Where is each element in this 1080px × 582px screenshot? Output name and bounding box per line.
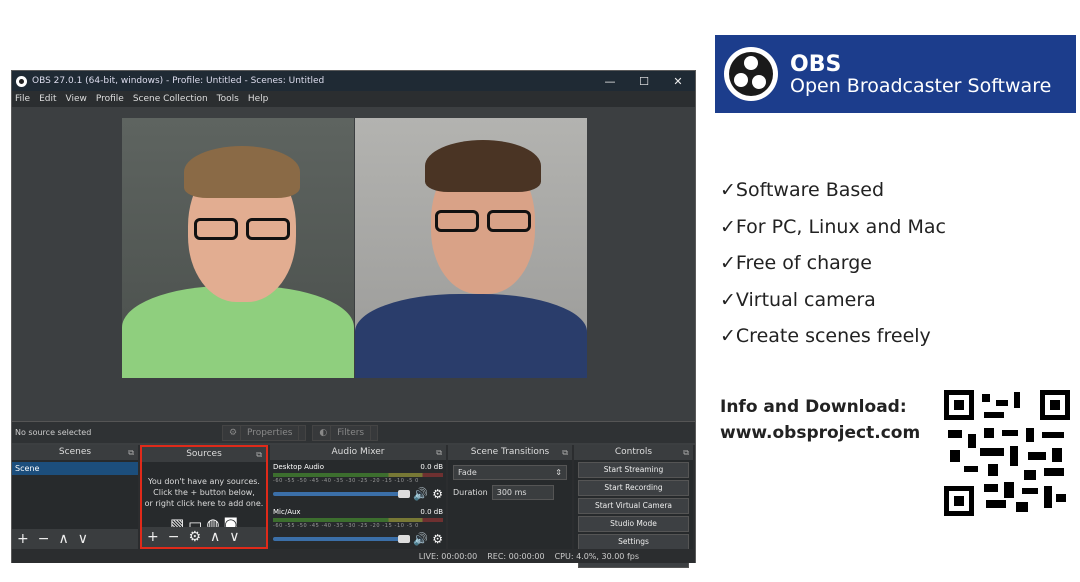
track-db: 0.0 dB bbox=[420, 508, 443, 516]
menu-file[interactable]: File bbox=[15, 94, 30, 104]
mixer-header: Audio Mixer bbox=[270, 445, 446, 460]
add-source-icon[interactable]: + bbox=[147, 529, 159, 545]
move-up-icon[interactable]: ∧ bbox=[58, 531, 68, 547]
feature-item: ✓Software Based bbox=[720, 179, 885, 201]
minimize-button[interactable]: — bbox=[593, 75, 627, 88]
obs-brand-banner: OBS Open Broadcaster Software bbox=[715, 35, 1076, 113]
feature-item: ✓For PC, Linux and Mac bbox=[720, 215, 946, 238]
download-info: Info and Download: www.obsproject.com bbox=[720, 394, 920, 446]
transition-select[interactable]: Fade ⇕ bbox=[453, 465, 567, 480]
menu-edit[interactable]: Edit bbox=[39, 94, 56, 104]
start-virtual-camera-button[interactable]: Start Virtual Camera bbox=[578, 498, 689, 514]
scenes-header: Scenes bbox=[12, 445, 138, 460]
track-db: 0.0 dB bbox=[420, 463, 443, 471]
feature-item: ✓Free of charge bbox=[720, 252, 872, 274]
add-scene-icon[interactable]: + bbox=[17, 531, 29, 547]
volume-meter bbox=[273, 473, 443, 477]
move-down-icon[interactable]: ∨ bbox=[229, 529, 239, 545]
title-bar[interactable]: OBS 27.0.1 (64-bit, windows) - Profile: … bbox=[12, 71, 695, 91]
camera-feed-right bbox=[355, 118, 587, 378]
menu-help[interactable]: Help bbox=[248, 94, 269, 104]
mixer-track-mic: Mic/Aux 0.0 dB -60 -55 -50 -45 -40 -35 -… bbox=[270, 505, 446, 546]
feature-item: ✓Virtual camera bbox=[720, 288, 876, 311]
volume-meter bbox=[273, 518, 443, 522]
gear-icon[interactable]: ⚙ bbox=[188, 529, 201, 545]
remove-source-icon[interactable]: − bbox=[168, 529, 180, 545]
no-source-label: No source selected bbox=[15, 428, 92, 437]
remove-scene-icon[interactable]: − bbox=[38, 531, 50, 547]
move-down-icon[interactable]: ∨ bbox=[78, 531, 88, 547]
menu-profile[interactable]: Profile bbox=[96, 94, 124, 104]
menu-scene-collection[interactable]: Scene Collection bbox=[133, 94, 208, 104]
close-button[interactable]: ✕ bbox=[661, 75, 695, 88]
dock-area: Scenes Scene + − ∧ ∨ Sources You don't h… bbox=[12, 445, 695, 568]
qr-code bbox=[944, 390, 1070, 516]
meter-scale: -60 -55 -50 -45 -40 -35 -30 -25 -20 -15 … bbox=[273, 478, 419, 484]
project-url: www.obsproject.com bbox=[720, 423, 921, 443]
obs-logo-icon bbox=[16, 75, 27, 87]
scenes-dock: Scenes Scene + − ∧ ∨ bbox=[12, 445, 138, 549]
sources-header: Sources bbox=[142, 447, 266, 462]
transitions-dock: Scene Transitions Fade⇕ Duration 300 ms bbox=[448, 445, 572, 549]
window-title: OBS 27.0.1 (64-bit, windows) - Profile: … bbox=[32, 76, 325, 86]
duration-label: Duration bbox=[453, 488, 488, 497]
info-label: Info and Download: bbox=[720, 397, 907, 417]
track-name: Desktop Audio bbox=[273, 463, 324, 471]
preview-canvas[interactable] bbox=[12, 107, 695, 421]
live-status: LIVE: 00:00:00 bbox=[418, 551, 478, 561]
obs-logo-icon bbox=[724, 47, 778, 101]
speaker-icon[interactable]: 🔊 bbox=[413, 487, 428, 501]
volume-slider[interactable] bbox=[273, 535, 411, 543]
obs-window: OBS 27.0.1 (64-bit, windows) - Profile: … bbox=[11, 70, 696, 568]
gear-icon[interactable]: ⚙ bbox=[432, 532, 443, 546]
mixer-track-desktop: Desktop Audio 0.0 dB -60 -55 -50 -45 -40… bbox=[270, 460, 446, 501]
transitions-header: Scene Transitions bbox=[448, 445, 572, 460]
cpu-status: CPU: 4.0%, 30.00 fps bbox=[554, 551, 639, 561]
feature-item: ✓Create scenes freely bbox=[720, 325, 931, 347]
gear-icon[interactable]: ⚙ bbox=[432, 487, 443, 501]
menu-bar: File Edit View Profile Scene Collection … bbox=[12, 91, 695, 107]
controls-header: Controls bbox=[574, 445, 693, 460]
filters-button[interactable]: ◐ Filters bbox=[312, 424, 379, 441]
sources-empty-hint: You don't have any sources. Click the + … bbox=[144, 477, 264, 508]
status-bar: LIVE: 00:00:00 REC: 00:00:00 CPU: 4.0%, … bbox=[12, 549, 695, 563]
studio-mode-button[interactable]: Studio Mode bbox=[578, 516, 689, 532]
scene-list-item[interactable]: Scene bbox=[12, 462, 138, 475]
menu-tools[interactable]: Tools bbox=[217, 94, 239, 104]
controls-dock: Controls Start Streaming Start Recording… bbox=[574, 445, 693, 568]
settings-button[interactable]: Settings bbox=[578, 534, 689, 550]
brand-full-name: Open Broadcaster Software bbox=[790, 74, 1052, 97]
feature-list: ✓Software Based ✓For PC, Linux and Mac ✓… bbox=[720, 172, 946, 355]
meter-scale: -60 -55 -50 -45 -40 -35 -30 -25 -20 -15 … bbox=[273, 523, 419, 529]
source-toolbar: No source selected ⚙ Properties ◐ Filter… bbox=[12, 421, 695, 443]
maximize-button[interactable]: ☐ bbox=[627, 75, 661, 88]
chevron-updown-icon: ⇕ bbox=[555, 468, 562, 477]
rec-status: REC: 00:00:00 bbox=[487, 551, 545, 561]
start-recording-button[interactable]: Start Recording bbox=[578, 480, 689, 496]
sources-dock[interactable]: Sources You don't have any sources. Clic… bbox=[140, 445, 268, 549]
speaker-icon[interactable]: 🔊 bbox=[413, 532, 428, 546]
track-name: Mic/Aux bbox=[273, 508, 301, 516]
brand-name: OBS bbox=[790, 51, 842, 77]
duration-input[interactable]: 300 ms bbox=[491, 485, 554, 500]
properties-button[interactable]: ⚙ Properties bbox=[222, 424, 307, 441]
move-up-icon[interactable]: ∧ bbox=[210, 529, 220, 545]
volume-slider[interactable] bbox=[273, 490, 411, 498]
camera-feed-left bbox=[122, 118, 354, 378]
start-streaming-button[interactable]: Start Streaming bbox=[578, 462, 689, 478]
menu-view[interactable]: View bbox=[66, 94, 87, 104]
audio-mixer-dock: Audio Mixer Desktop Audio 0.0 dB -60 -55… bbox=[270, 445, 446, 549]
